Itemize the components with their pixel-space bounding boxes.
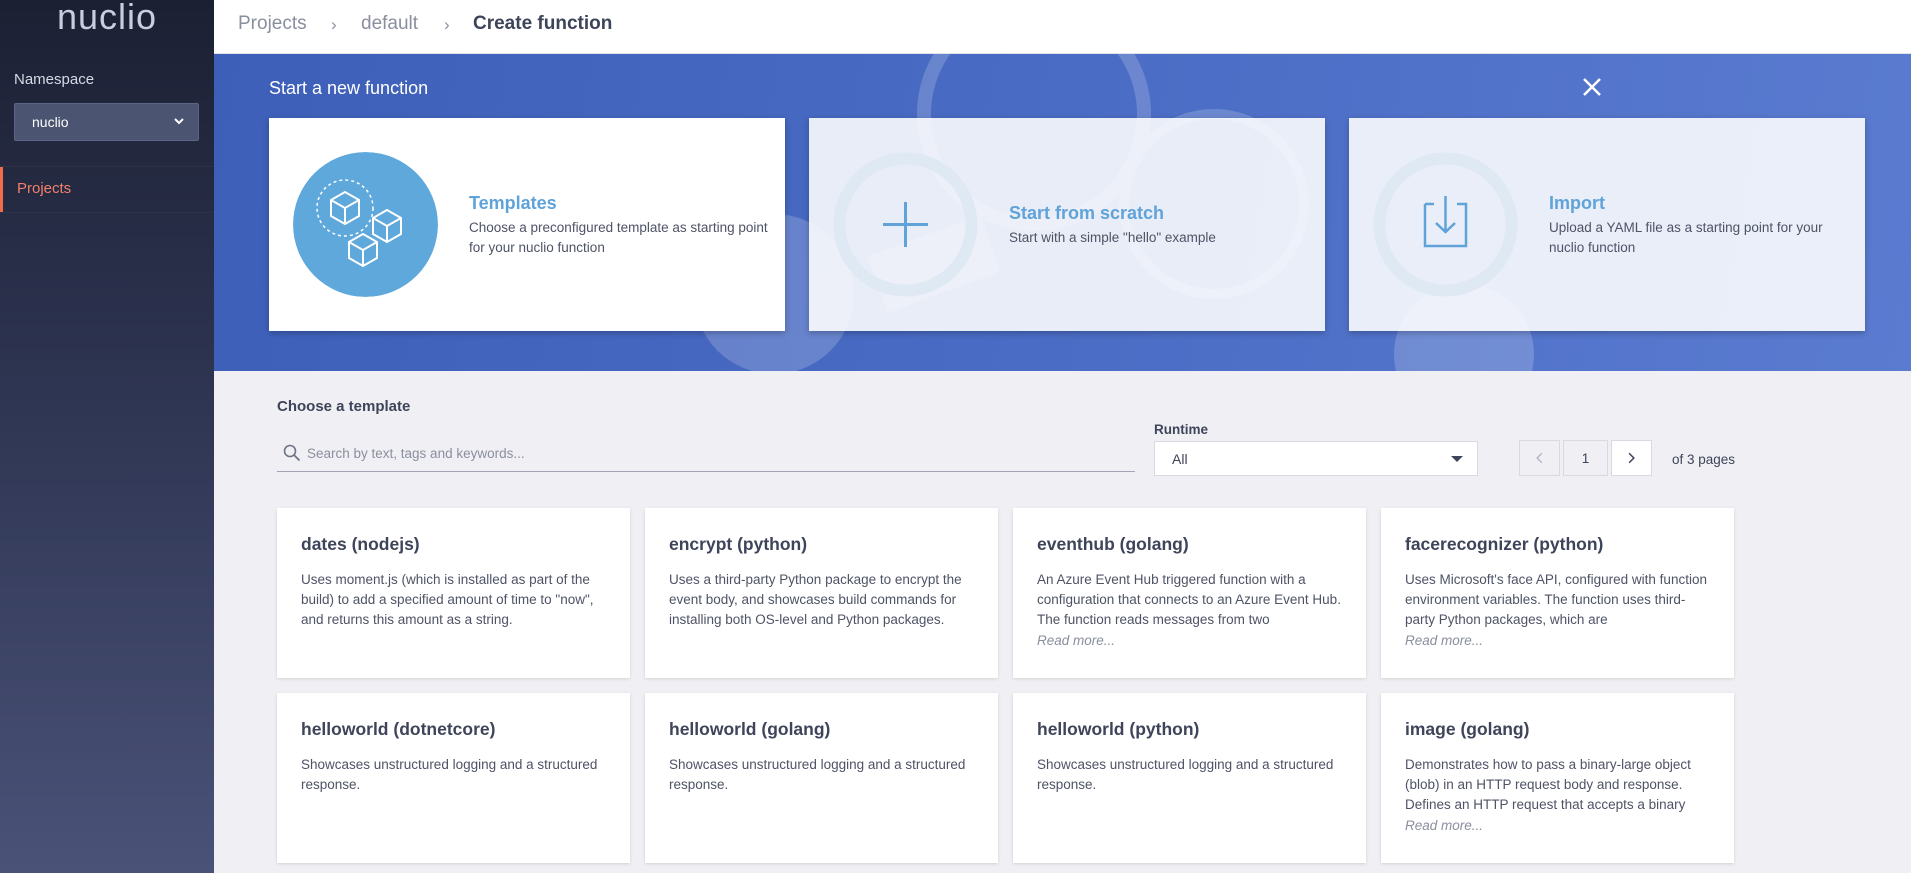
read-more-link[interactable]: Read more... [1037,633,1115,648]
current-page[interactable]: 1 [1563,440,1608,476]
template-section: Choose a template Runtime All 1 of 3 pag… [214,371,1911,873]
sidebar-nav: Projects [0,166,214,213]
close-icon[interactable] [1580,75,1604,99]
templates-description: Choose a preconfigured template as start… [469,220,768,255]
download-icon [1373,152,1518,297]
nuclio-logo[interactable]: nuclio [0,0,214,38]
breadcrumb-projects[interactable]: Projects [238,13,307,35]
chevron-left-icon [1536,452,1543,464]
page-count: of 3 pages [1672,452,1736,467]
namespace-select[interactable]: nuclio [14,103,199,141]
chevron-right-icon [1628,452,1635,464]
template-description: Showcases unstructured logging and a str… [1037,757,1334,792]
import-title: Import [1549,193,1605,213]
runtime-label: Runtime [1154,422,1208,437]
templates-title: Templates [469,193,557,213]
breadcrumb-separator-icon: › [331,15,337,34]
caret-down-icon [1451,456,1463,462]
choose-template-heading: Choose a template [277,398,411,415]
template-title: helloworld (dotnetcore) [301,719,496,739]
namespace-value: nuclio [32,114,69,130]
template-title: eventhub (golang) [1037,534,1189,554]
template-card[interactable]: facerecognizer (python) Uses Microsoft's… [1381,508,1734,678]
template-description: Showcases unstructured logging and a str… [669,757,966,792]
search-input[interactable] [307,439,1127,467]
breadcrumb-default[interactable]: default [361,13,418,35]
template-title: facerecognizer (python) [1405,534,1604,554]
template-card[interactable]: helloworld (dotnetcore) Showcases unstru… [277,693,630,863]
template-card[interactable]: helloworld (golang) Showcases unstructur… [645,693,998,863]
search-box [277,435,1135,472]
read-more-link[interactable]: Read more... [1405,818,1483,833]
template-description: An Azure Event Hub triggered function wi… [1037,572,1341,627]
breadcrumb-current: Create function [473,13,613,34]
template-card[interactable]: eventhub (golang) An Azure Event Hub tri… [1013,508,1366,678]
breadcrumb-separator-icon: › [444,15,450,34]
template-card[interactable]: dates (nodejs) Uses moment.js (which is … [277,508,630,678]
template-description: Uses a third-party Python package to enc… [669,572,962,627]
template-title: dates (nodejs) [301,534,420,554]
template-description: Uses Microsoft's face API, configured wi… [1405,572,1707,627]
next-page-button[interactable] [1611,440,1652,476]
template-title: image (golang) [1405,719,1530,739]
start-from-scratch-description: Start with a simple "hello" example [1009,230,1216,245]
template-description: Showcases unstructured logging and a str… [301,757,598,792]
banner-title: Start a new function [269,78,429,98]
import-option[interactable]: Import Upload a YAML file as a starting … [1349,118,1865,331]
new-function-banner: Start a new function Templates Choose a … [214,54,1911,371]
start-from-scratch-option[interactable]: Start from scratch Start with a simple "… [809,118,1325,331]
sidebar: nuclio Namespace nuclio Projects [0,0,214,873]
prev-page-button[interactable] [1519,440,1560,476]
runtime-select[interactable]: All [1154,441,1478,476]
template-title: encrypt (python) [669,534,808,554]
template-description: Uses moment.js (which is installed as pa… [301,572,594,627]
templates-option[interactable]: Templates Choose a preconfigured templat… [269,118,785,331]
template-title: helloworld (python) [1037,719,1200,739]
template-card[interactable]: helloworld (python) Showcases unstructur… [1013,693,1366,863]
template-description: Demonstrates how to pass a binary-large … [1405,757,1691,812]
template-card[interactable]: encrypt (python) Uses a third-party Pyth… [645,508,998,678]
search-icon [283,444,301,462]
sidebar-item-projects[interactable]: Projects [0,167,214,212]
read-more-link[interactable]: Read more... [1405,633,1483,648]
runtime-value: All [1172,451,1188,467]
plus-icon [833,152,978,297]
template-title: helloworld (golang) [669,719,831,739]
breadcrumb: Projects › default › Create function [214,0,1911,54]
template-card[interactable]: image (golang) Demonstrates how to pass … [1381,693,1734,863]
start-from-scratch-title: Start from scratch [1009,203,1165,223]
chevron-down-icon [174,118,184,125]
cubes-icon [293,152,438,297]
namespace-label: Namespace [14,71,95,88]
import-description: Upload a YAML file as a starting point f… [1549,220,1823,255]
